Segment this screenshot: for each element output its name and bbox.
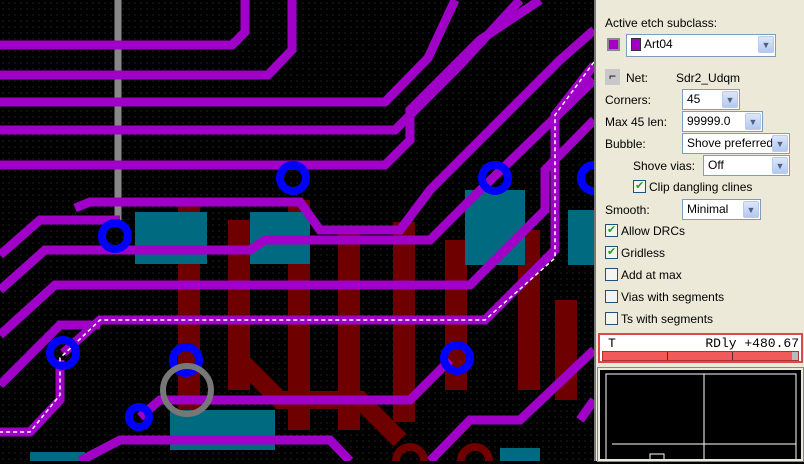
pcb-canvas[interactable] bbox=[0, 0, 611, 464]
gridless-label: Gridless bbox=[621, 246, 666, 260]
net-icon[interactable]: ⌐ bbox=[605, 69, 620, 85]
options-panel: Active etch subclass: Art04 ▼ ⌐ Net: Sdr… bbox=[596, 0, 804, 464]
net-label: Net: bbox=[626, 71, 649, 85]
bubble-label: Bubble: bbox=[605, 137, 646, 151]
delay-status-meter: T RDly +480.67 bbox=[598, 333, 803, 363]
gridless-checkbox[interactable] bbox=[605, 245, 618, 259]
corners-select[interactable]: 45 ▼ bbox=[682, 89, 740, 110]
subclass-color-icon bbox=[631, 38, 641, 52]
corners-value: 45 bbox=[687, 92, 701, 106]
world-view-minimap[interactable] bbox=[597, 367, 804, 464]
shove-vias-value: Off bbox=[708, 158, 724, 172]
ts-with-segments-label: Ts with segments bbox=[621, 312, 714, 326]
delay-bar bbox=[602, 351, 799, 361]
shove-vias-label: Shove vias: bbox=[633, 159, 696, 173]
bubble-select[interactable]: Shove preferred ▼ bbox=[682, 133, 790, 154]
allow-drcs-label: Allow DRCs bbox=[621, 224, 686, 238]
subclass-value: Art04 bbox=[644, 37, 673, 51]
add-at-max-checkbox[interactable] bbox=[605, 268, 618, 281]
clip-dangling-label: Clip dangling clines bbox=[649, 180, 753, 194]
smooth-label: Smooth: bbox=[605, 203, 650, 217]
add-at-max-label: Add at max bbox=[621, 268, 682, 282]
vias-with-segments-checkbox[interactable] bbox=[605, 290, 618, 303]
clip-dangling-checkbox[interactable] bbox=[633, 179, 646, 193]
vias-with-segments-label: Vias with segments bbox=[621, 290, 725, 304]
chevron-down-icon: ▼ bbox=[745, 113, 761, 130]
status-readout: RDly +480.67 bbox=[705, 336, 799, 351]
chevron-down-icon: ▼ bbox=[772, 135, 788, 152]
net-value: Sdr2_Udqm bbox=[676, 71, 741, 85]
smooth-value: Minimal bbox=[687, 202, 729, 216]
chevron-down-icon: ▼ bbox=[772, 157, 788, 174]
pcb-layout bbox=[0, 0, 611, 464]
max45-select[interactable]: 99999.0 ▼ bbox=[682, 111, 763, 132]
chevron-down-icon: ▼ bbox=[722, 91, 738, 108]
max45-value: 99999.0 bbox=[687, 114, 731, 128]
chevron-down-icon: ▼ bbox=[758, 36, 774, 53]
corners-label: Corners: bbox=[605, 93, 652, 107]
active-etch-label: Active etch subclass: bbox=[605, 16, 718, 30]
minimap-view bbox=[605, 373, 797, 464]
shove-vias-select[interactable]: Off ▼ bbox=[703, 155, 790, 176]
chevron-down-icon: ▼ bbox=[743, 201, 759, 218]
subclass-color-swatch[interactable] bbox=[607, 38, 620, 51]
delay-bar-thumb bbox=[792, 352, 798, 360]
bubble-value: Shove preferred bbox=[687, 136, 774, 150]
smooth-select[interactable]: Minimal ▼ bbox=[682, 199, 761, 220]
status-mode: T bbox=[608, 336, 616, 351]
ts-with-segments-checkbox[interactable] bbox=[605, 312, 618, 325]
subclass-select[interactable]: Art04 ▼ bbox=[626, 34, 776, 57]
allow-drcs-checkbox[interactable] bbox=[605, 223, 618, 237]
max45-label: Max 45 len: bbox=[605, 115, 668, 129]
